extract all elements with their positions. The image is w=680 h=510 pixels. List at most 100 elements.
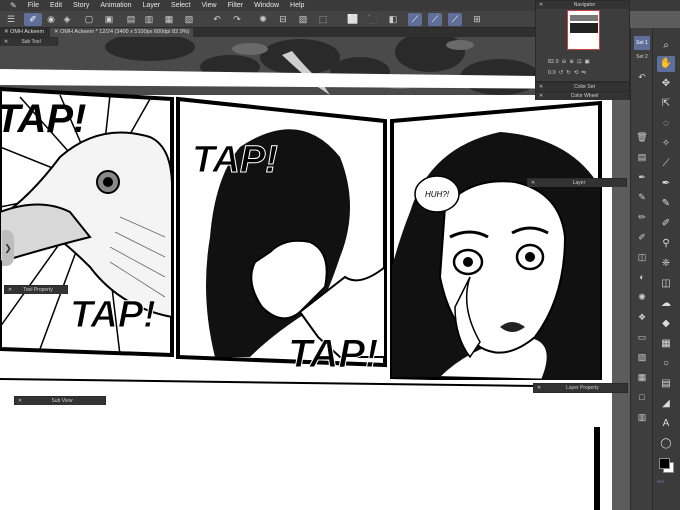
collapse-panel-button[interactable]: ❯: [2, 230, 14, 266]
text-tool-icon[interactable]: A: [657, 416, 675, 432]
pen-tool-icon[interactable]: ✒: [657, 176, 675, 192]
menu-file[interactable]: File: [28, 2, 39, 9]
new-file-icon[interactable]: ▢: [82, 13, 96, 26]
flip-icon[interactable]: ⇋: [581, 70, 586, 76]
save-icon[interactable]: ▤: [124, 13, 138, 26]
fit-icon[interactable]: ⊡: [577, 59, 582, 65]
sub-tool-palette[interactable]: ✕ Sub Tool: [0, 37, 58, 46]
actual-size-icon[interactable]: ▣: [585, 59, 590, 65]
figure-tool-icon[interactable]: ○: [657, 356, 675, 372]
frame-icon[interactable]: ▭: [634, 330, 650, 344]
pencil-icon[interactable]: ✏: [634, 210, 650, 224]
snap-grid-icon[interactable]: ⊞: [470, 13, 484, 26]
decoration-tool-icon[interactable]: ❈: [657, 256, 675, 272]
sub-view-palette[interactable]: ✕ Sub View: [14, 396, 106, 405]
close-icon[interactable]: ✕: [539, 83, 543, 91]
brush-tool-icon[interactable]: ✐: [657, 216, 675, 232]
select-all-icon[interactable]: ⬜: [346, 13, 360, 26]
color-wheel-palette[interactable]: ✕ Color Wheel: [535, 91, 630, 100]
stabilize-icon[interactable]: ⟋: [408, 13, 422, 26]
close-icon[interactable]: ✕: [537, 384, 541, 392]
layer-copy-icon[interactable]: ▤: [634, 150, 650, 164]
menu-filter[interactable]: Filter: [228, 2, 244, 9]
hand-tool-icon[interactable]: ✋: [657, 56, 675, 72]
fill-tool-icon[interactable]: ◆: [657, 316, 675, 332]
menu-help[interactable]: Help: [290, 2, 304, 9]
brush-preset-icon[interactable]: ✒: [634, 170, 650, 184]
snap-special-ruler-icon[interactable]: ⟋: [448, 13, 462, 26]
color-set-palette[interactable]: ✕ Color Set: [535, 82, 630, 91]
airbrush-icon[interactable]: ✺: [634, 290, 650, 304]
gradient-icon[interactable]: ▦: [634, 370, 650, 384]
figure-icon[interactable]: □: [634, 390, 650, 404]
menu-edit[interactable]: Edit: [50, 2, 62, 9]
blend-tool-icon[interactable]: ☁: [657, 296, 675, 312]
auto-select-icon[interactable]: ✧: [657, 136, 675, 152]
frame-tool-icon[interactable]: ▤: [657, 376, 675, 392]
eraser-tool-icon[interactable]: ◫: [657, 276, 675, 292]
menu-select[interactable]: Select: [171, 2, 190, 9]
close-icon[interactable]: ✕: [4, 38, 8, 46]
rotate-right-icon[interactable]: ↻: [566, 70, 571, 76]
ruler-tool-icon[interactable]: ◢: [657, 396, 675, 412]
balloon-tool-icon[interactable]: ◯: [657, 436, 675, 452]
menu-layer[interactable]: Layer: [143, 2, 161, 9]
brush-tool-icon[interactable]: ✐: [24, 13, 42, 26]
undo-history-icon[interactable]: ↶: [634, 70, 650, 84]
export-icon[interactable]: ▥: [142, 13, 156, 26]
close-icon[interactable]: ✕: [18, 397, 22, 405]
import-icon[interactable]: ▦: [162, 13, 176, 26]
rotation-value[interactable]: 0.0: [548, 70, 556, 76]
blend-icon[interactable]: ◐: [634, 270, 650, 284]
close-icon[interactable]: ✕: [531, 179, 535, 187]
object-tool-icon[interactable]: ⇱: [657, 96, 675, 112]
set-1-tab[interactable]: Set 1: [634, 36, 650, 50]
deselect-icon[interactable]: ⬛: [366, 13, 380, 26]
menu-window[interactable]: Window: [254, 2, 279, 9]
menu-animation[interactable]: Animation: [100, 2, 131, 9]
marker-icon[interactable]: ✐: [634, 230, 650, 244]
zoom-tool-icon[interactable]: ⌕: [657, 38, 675, 54]
canvas[interactable]: TAP! TAP! TAP! TAP! HUH?!: [0, 37, 612, 510]
close-icon[interactable]: ✕: [539, 92, 543, 100]
fill-icon[interactable]: ▨: [296, 13, 310, 26]
redo-icon[interactable]: ↷: [230, 13, 244, 26]
pencil-tool-icon[interactable]: ✎: [657, 196, 675, 212]
hamburger-menu-icon[interactable]: ☰: [4, 13, 18, 26]
tab-omh-ackeem[interactable]: ✕ OMH Ackeem: [0, 28, 48, 37]
transform-icon[interactable]: ⬚: [316, 13, 330, 26]
tool-property-palette[interactable]: ✕ Tool Property: [4, 285, 68, 294]
close-icon[interactable]: ✕: [8, 286, 12, 294]
airbrush-tool-icon[interactable]: ⚲: [657, 236, 675, 252]
clear-icon[interactable]: ⊟: [276, 13, 290, 26]
color-icon[interactable]: ◉: [44, 13, 58, 26]
decoration-icon[interactable]: ❖: [634, 310, 650, 324]
menu-story[interactable]: Story: [73, 2, 89, 9]
navigator-palette[interactable]: ✕ Navigator 82.9 ⊖ ⊕ ⊡ ▣ 0.0 ↺ ↻ ⟲ ⇋: [535, 0, 630, 82]
eyedropper-icon[interactable]: ⟋: [657, 156, 675, 172]
invert-selection-icon[interactable]: ◧: [386, 13, 400, 26]
fill-tool-icon[interactable]: ▨: [634, 350, 650, 364]
pen-icon[interactable]: ✎: [634, 190, 650, 204]
print-icon[interactable]: ▧: [182, 13, 196, 26]
delete-icon[interactable]: 🗑: [634, 130, 650, 144]
layer-property-palette[interactable]: ✕ Layer Property: [533, 383, 628, 393]
app-logo-icon[interactable]: ✎: [10, 1, 17, 10]
zoom-out-icon[interactable]: ⊖: [562, 59, 567, 65]
snap-ruler-icon[interactable]: ⟋: [428, 13, 442, 26]
color-transparent-toggle-icon[interactable]: 〰: [657, 479, 677, 486]
color-swatch[interactable]: [659, 458, 675, 474]
undo-icon[interactable]: ↶: [210, 13, 224, 26]
tab-omh-ackeem-active[interactable]: ✕ OMH Ackeem * 12/24 (3400 x 5100px 600d…: [50, 28, 194, 37]
open-file-icon[interactable]: ▣: [102, 13, 116, 26]
settings-icon[interactable]: ✺: [256, 13, 270, 26]
rotate-left-icon[interactable]: ↺: [559, 70, 564, 76]
lasso-tool-icon[interactable]: ◌: [657, 116, 675, 132]
gradient-tool-icon[interactable]: ▦: [657, 336, 675, 352]
shape-icon[interactable]: ◈: [60, 13, 74, 26]
ruler-icon[interactable]: ▥: [634, 410, 650, 424]
zoom-in-icon[interactable]: ⊕: [569, 59, 574, 65]
reset-rotation-icon[interactable]: ⟲: [574, 70, 579, 76]
close-icon[interactable]: ✕: [539, 1, 543, 9]
eraser-icon[interactable]: ◫: [634, 250, 650, 264]
